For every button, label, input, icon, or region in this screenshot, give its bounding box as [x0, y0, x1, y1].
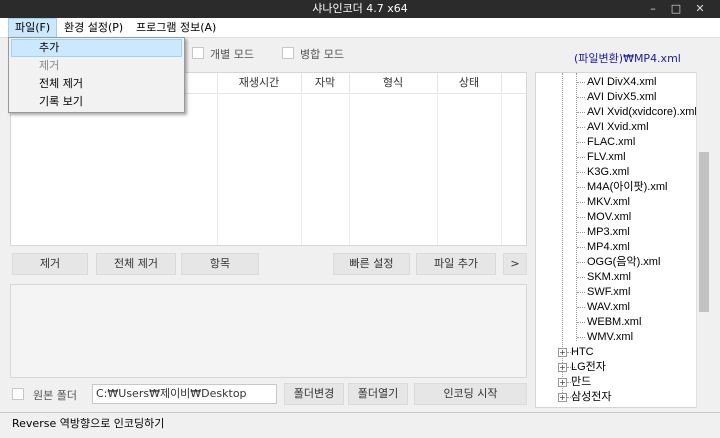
add-file-button[interactable]: 파일 추가 — [416, 253, 496, 275]
quick-settings-button[interactable]: 빠른 설정 — [333, 253, 410, 275]
log-panel — [10, 284, 527, 378]
tree-folder-item[interactable]: 삼성전자 — [571, 390, 611, 405]
tree-file-item[interactable]: FLAC.xml — [587, 135, 635, 150]
maximize-button[interactable]: □ — [666, 0, 686, 18]
remove-button[interactable]: 제거 — [12, 253, 88, 275]
individual-mode-checkbox[interactable] — [192, 47, 204, 59]
tree-connector — [577, 292, 585, 293]
tree-connector — [577, 127, 585, 128]
tree-connector — [577, 232, 585, 233]
merge-mode-checkbox[interactable] — [282, 47, 294, 59]
status-text: Reverse 역방향으로 인코딩하기 — [12, 417, 165, 430]
column-divider — [301, 93, 302, 245]
column-divider — [437, 93, 438, 245]
column-divider — [349, 93, 350, 245]
menu-item-add[interactable]: 추가 — [11, 39, 182, 57]
individual-mode-label: 개별 모드 — [210, 48, 254, 61]
tree-file-item[interactable]: K3G.xml — [587, 165, 629, 180]
tree-connector — [577, 172, 585, 173]
open-folder-button[interactable]: 폴더열기 — [348, 383, 408, 405]
preset-tree[interactable]: AVI DivX4.xml AVI DivX5.xml AVI Xvid(xvidc… — [535, 72, 710, 408]
tree-connector — [577, 307, 585, 308]
status-bar: Reverse 역방향으로 인코딩하기 — [0, 412, 720, 438]
tree-file-item[interactable]: WEBM.xml — [587, 315, 641, 330]
tree-file-item[interactable]: AVI DivX5.xml — [587, 90, 656, 105]
tree-folder-item[interactable]: LG전자 — [571, 360, 606, 375]
tree-connector — [577, 217, 585, 218]
title-bar: 샤나인코더 4.7 x64 – □ ✕ — [0, 0, 720, 18]
tree-expand-icon[interactable]: + — [558, 348, 567, 357]
tree-file-item[interactable]: AVI Xvid(xvidcore).xml — [587, 105, 697, 120]
tree-connector — [577, 247, 585, 248]
tree-file-item[interactable]: MKV.xml — [587, 195, 630, 210]
tree-file-item[interactable]: AVI Xvid.xml — [587, 120, 649, 135]
menu-about[interactable]: 프로그램 정보(A) — [130, 18, 222, 38]
preset-path-label: (파일변환)₩MP4.xml — [574, 52, 681, 65]
tree-connector — [577, 322, 585, 323]
tree-folder-item[interactable]: HTC — [571, 345, 594, 360]
menu-settings[interactable]: 환경 설정(P) — [58, 18, 129, 38]
tree-expand-icon[interactable]: + — [558, 363, 567, 372]
tree-connector — [577, 277, 585, 278]
more-button[interactable]: > — [503, 253, 527, 275]
merge-mode-label: 병합 모드 — [300, 48, 344, 61]
scrollbar-thumb[interactable] — [699, 152, 709, 312]
tree-file-item[interactable]: MP3.xml — [587, 225, 630, 240]
change-folder-button[interactable]: 폴더변경 — [284, 383, 344, 405]
column-divider — [217, 93, 218, 245]
tree-connector — [577, 82, 585, 83]
tree-connector — [577, 202, 585, 203]
tree-file-item[interactable]: WMV.xml — [587, 330, 633, 345]
tree-guide-line — [576, 73, 577, 341]
tree-file-item[interactable]: M4A(아이팟).xml — [587, 180, 667, 195]
tree-connector — [577, 142, 585, 143]
tree-connector — [577, 187, 585, 188]
close-button[interactable]: ✕ — [690, 0, 710, 18]
output-path-field[interactable]: C:₩Users₩제이비₩Desktop — [92, 384, 277, 404]
column-header-status[interactable]: 상태 — [437, 73, 502, 93]
tree-file-item[interactable]: MP4.xml — [587, 240, 630, 255]
tree-scrollbar[interactable] — [696, 72, 710, 408]
item-button[interactable]: 항목 — [181, 253, 259, 275]
window-title: 샤나인코더 4.7 x64 — [312, 2, 408, 15]
source-folder-label: 원본 폴더 — [33, 389, 77, 402]
tree-connector — [577, 112, 585, 113]
tree-file-item[interactable]: WAV.xml — [587, 300, 630, 315]
tree-file-item[interactable]: MOV.xml — [587, 210, 631, 225]
tree-connector — [577, 337, 585, 338]
minimize-button[interactable]: – — [643, 0, 663, 18]
tree-connector — [577, 262, 585, 263]
column-header-subtitle[interactable]: 자막 — [301, 73, 350, 93]
column-header-format[interactable]: 형식 — [349, 73, 438, 93]
menu-item-remove-all[interactable]: 전체 제거 — [11, 75, 182, 93]
tree-file-item[interactable]: AVI DivX4.xml — [587, 75, 656, 90]
tree-file-item[interactable]: FLV.xml — [587, 150, 626, 165]
tree-expand-icon[interactable]: + — [558, 378, 567, 387]
menu-bar: 파일(F) 환경 설정(P) 프로그램 정보(A) — [0, 18, 720, 40]
tree-connector — [577, 157, 585, 158]
column-header-duration[interactable]: 재생시간 — [217, 73, 302, 93]
column-divider — [501, 93, 502, 245]
remove-all-button[interactable]: 전체 제거 — [96, 253, 176, 275]
menu-item-remove: 제거 — [39, 59, 60, 72]
menu-item-history[interactable]: 기록 보기 — [11, 93, 182, 111]
start-encoding-button[interactable]: 인코딩 시작 — [414, 383, 527, 405]
tree-expand-icon[interactable]: + — [558, 393, 567, 402]
source-folder-checkbox[interactable] — [12, 388, 24, 400]
tree-file-item[interactable]: OGG(음악).xml — [587, 255, 660, 270]
tree-file-item[interactable]: SWF.xml — [587, 285, 630, 300]
tree-file-item[interactable]: SKM.xml — [587, 270, 631, 285]
file-menu-dropdown: 추가 제거 전체 제거 기록 보기 — [8, 37, 185, 113]
tree-connector — [577, 97, 585, 98]
tree-folder-item[interactable]: 만드 — [571, 375, 591, 390]
